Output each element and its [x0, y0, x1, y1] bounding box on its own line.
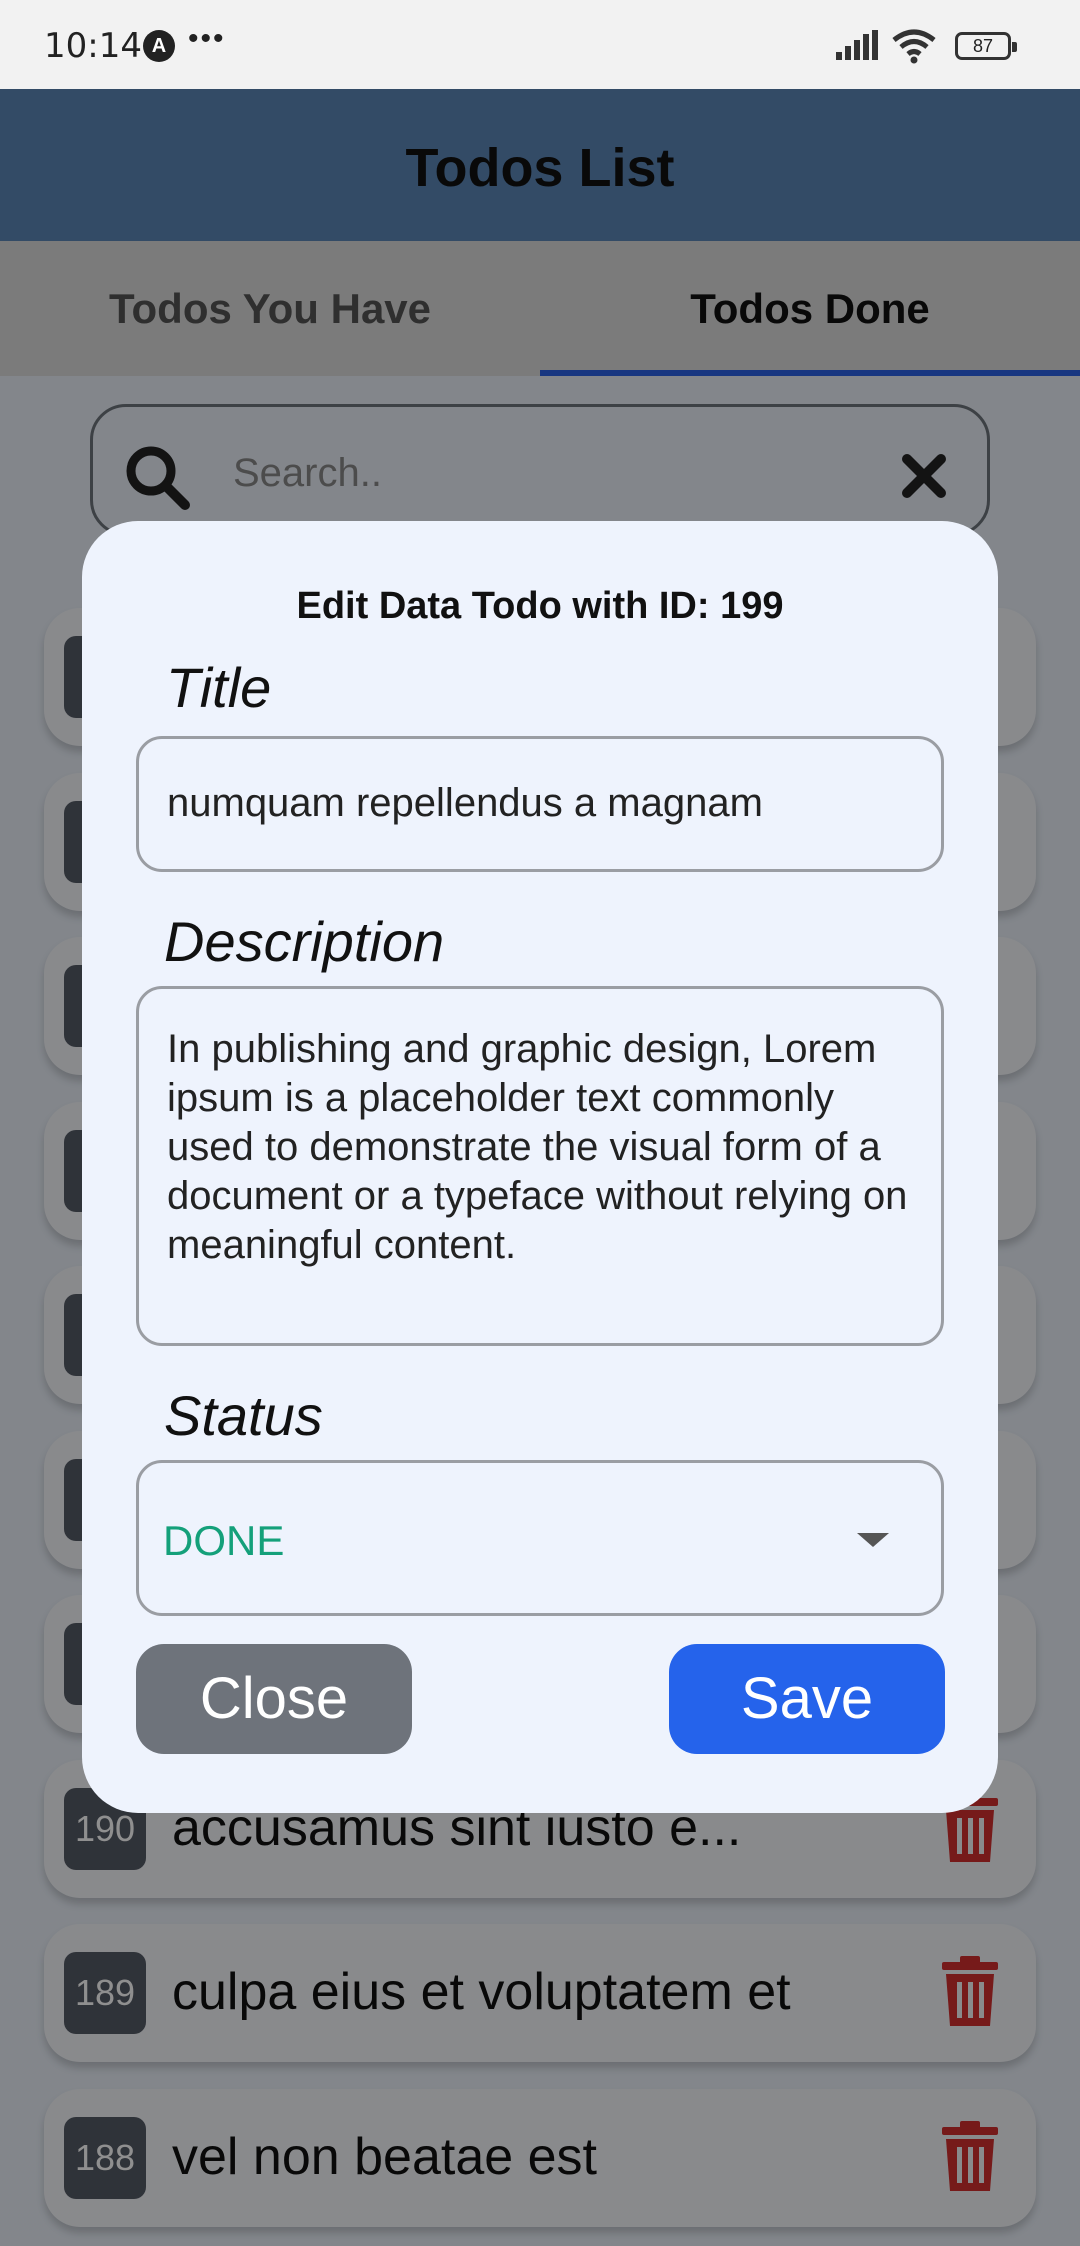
wifi-icon — [892, 29, 936, 64]
title-field[interactable]: numquam repellendus a magnam — [136, 736, 944, 872]
more-notifications-icon: ••• — [188, 22, 226, 55]
chevron-down-icon — [857, 1533, 889, 1547]
title-label: Title — [166, 656, 272, 719]
app-notification-icon: A — [143, 30, 175, 62]
description-field[interactable]: In publishing and graphic design, Lorem … — [136, 986, 944, 1346]
edit-todo-dialog: Edit Data Todo with ID: 199 Title numqua… — [82, 521, 998, 1813]
battery-icon: 87 — [955, 32, 1017, 60]
close-button[interactable]: Close — [136, 1644, 412, 1754]
save-button[interactable]: Save — [669, 1644, 945, 1754]
status-label: Status — [164, 1384, 323, 1447]
description-label: Description — [164, 910, 445, 973]
status-bar: 10:14 A ••• 87 — [0, 0, 1080, 89]
title-value: numquam repellendus a magnam — [167, 781, 763, 825]
status-select[interactable]: DONE — [136, 1460, 944, 1616]
signal-icon — [836, 30, 878, 60]
status-value: DONE — [163, 1517, 285, 1564]
description-value: In publishing and graphic design, Lorem … — [167, 1027, 908, 1267]
status-time: 10:14 — [44, 26, 142, 66]
dialog-heading: Edit Data Todo with ID: 199 — [296, 585, 784, 627]
